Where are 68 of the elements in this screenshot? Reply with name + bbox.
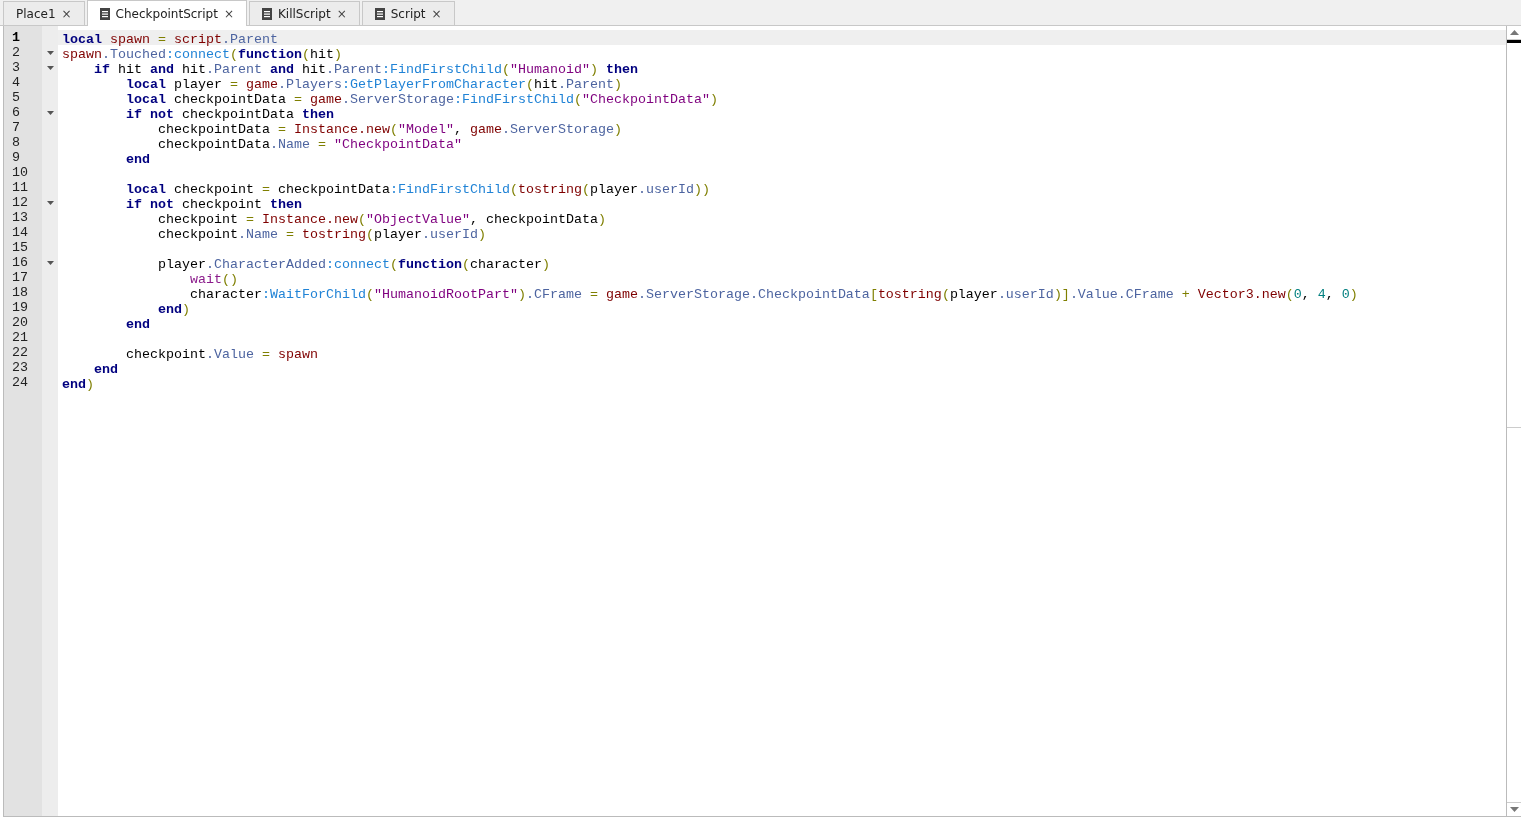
line-number: 7 [11, 120, 21, 135]
code-line: end) [156, 302, 190, 317]
code-line: wait() [188, 272, 238, 287]
code-line: local player = game.Players:GetPlayerFromCharacter(hit.Parent) [125, 77, 622, 92]
line-number: 22 [11, 345, 29, 360]
line-number: 9 [11, 150, 21, 165]
line-number: 20 [11, 315, 29, 330]
code-line: if not checkpoint then [125, 197, 302, 212]
code-line: checkpoint = Instance.new("ObjectValue", checkpointData) [156, 212, 606, 227]
line-number: 1 [11, 30, 21, 45]
line-number: 21 [11, 330, 29, 345]
line-number: 17 [11, 270, 29, 285]
line-number: 6 [11, 105, 21, 120]
code-line: local checkpoint = checkpointData:FindFirstChild(tostring(player.userId)) [125, 182, 710, 197]
code-line: checkpoint.Name = tostring(player.userId) [156, 227, 486, 242]
line-number: 14 [11, 225, 29, 240]
scrollbar-thumb[interactable] [1507, 40, 1521, 428]
code-line: if hit and hit.Parent and hit.Parent:FindFirstChild("Humanoid") then [93, 62, 638, 77]
code-line: if not checkpointData then [125, 107, 334, 122]
editor-tab[interactable]: Place1 × [3, 1, 85, 25]
line-number: 3 [11, 60, 21, 75]
up-arrow-icon [1509, 30, 1519, 35]
fold-toggle-icon[interactable] [46, 110, 54, 115]
line-number: 10 [11, 165, 29, 180]
line-number: 4 [11, 75, 21, 90]
code-line: player.CharacterAdded:connect(function(character) [156, 257, 550, 272]
line-number: 8 [11, 135, 21, 150]
tab-label: Place1 [16, 5, 56, 23]
line-number: 24 [11, 375, 29, 390]
tab-label: CheckpointScript [115, 5, 218, 23]
line-number: 16 [11, 255, 29, 270]
line-number: 13 [11, 210, 29, 225]
close-button[interactable]: × [61, 4, 72, 23]
document-icon [262, 7, 272, 20]
fold-toggle-icon[interactable] [46, 65, 54, 70]
close-button[interactable]: × [223, 4, 234, 23]
fold-toggle-icon[interactable] [46, 260, 54, 265]
document-icon [374, 7, 385, 20]
code-line: end [125, 152, 150, 167]
close-button[interactable]: × [336, 4, 347, 23]
code-line: spawn.Touched:connect(function(hit) [62, 47, 342, 62]
line-number: 15 [11, 240, 29, 255]
close-button[interactable]: × [431, 4, 442, 23]
code-line: checkpointData = Instance.new("Model", game.ServerStorage) [156, 122, 622, 137]
down-arrow-icon [1509, 807, 1519, 812]
code-line: local spawn = script.Parent [62, 32, 278, 47]
editor-tab[interactable]: CheckpointScript × [86, 0, 247, 26]
code-line: checkpointData.Name = "CheckpointData" [156, 137, 462, 152]
document-icon [99, 7, 110, 20]
line-number: 19 [11, 300, 29, 315]
line-number: 18 [11, 285, 29, 300]
line-number: 2 [11, 45, 21, 60]
fold-toggle-icon[interactable] [46, 200, 54, 205]
editor-tab[interactable]: KillScript × [249, 1, 360, 25]
fold-toggle-icon[interactable] [46, 50, 54, 55]
line-number: 5 [11, 90, 21, 105]
code-line: character:WaitForChild("HumanoidRootPart").CFrame = game.ServerStorage.CheckpointData[tostring(player.userId)].Value.CFrame + Vector3.new(0, 4, 0) [188, 287, 1358, 302]
code-line: end) [62, 377, 94, 392]
line-number: 11 [11, 180, 29, 195]
tab-label: KillScript [278, 5, 331, 23]
line-number: 12 [11, 195, 29, 210]
code-line: end [125, 317, 150, 332]
tab-label: Script [390, 5, 426, 23]
code-line: checkpoint.Value = spawn [125, 347, 318, 362]
line-number: 23 [11, 360, 29, 375]
code-line: end [93, 362, 118, 377]
editor-tab[interactable]: Script × [361, 1, 455, 25]
code-line: local checkpointData = game.ServerStorage:FindFirstChild("CheckpointData") [125, 92, 718, 107]
